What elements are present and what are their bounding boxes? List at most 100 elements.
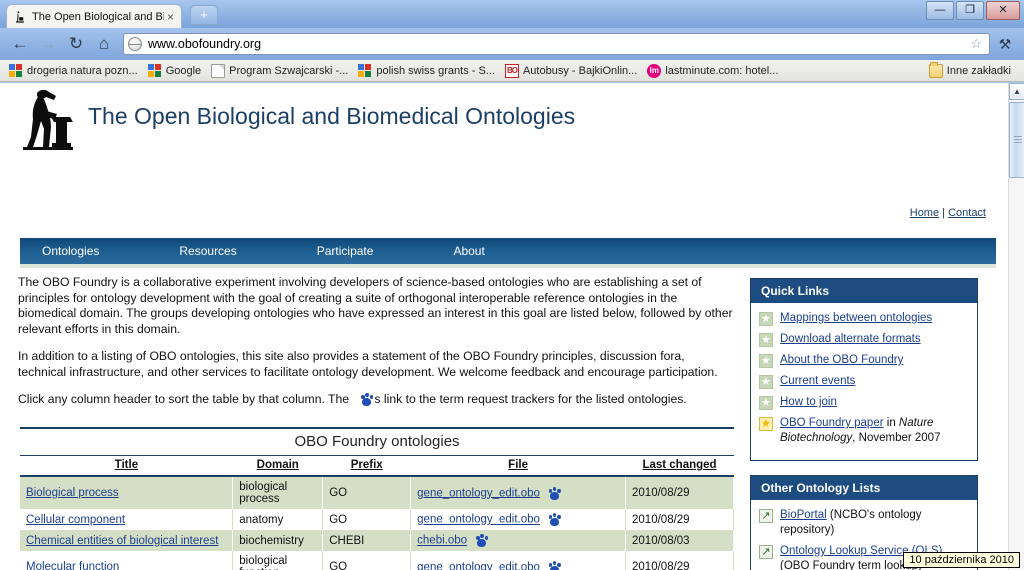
other-list-suffix: (OBO Foundry term lookup) [780,559,922,570]
restore-button[interactable]: ❐ [956,1,984,20]
paper-citation: OBO Foundry paper in Nature Biotechnolog… [780,416,967,446]
ontology-file-link[interactable]: gene_ontology_edit.obo [417,487,540,499]
vertical-scrollbar[interactable]: ▲ [1008,83,1024,570]
bookmark-label: Program Szwajcarski -... [229,64,349,77]
tab-close-icon[interactable]: × [164,11,177,23]
status-tooltip: 10 października 2010 [903,552,1020,568]
ontology-file-link[interactable]: gene_ontology_edit.obo [417,514,540,526]
nav-item-about[interactable]: About [439,244,498,258]
google-favicon [358,63,373,78]
lastminute-favicon: lm [647,63,662,78]
bookmark-item[interactable]: drogeria natura pozn... [6,63,143,79]
quick-link-item[interactable]: ★ About the OBO Foundry [759,353,967,368]
bookmark-item[interactable]: Google [145,63,206,79]
new-tab-button[interactable]: + [190,5,218,25]
other-list-link[interactable]: BioPortal [780,509,827,521]
column-header-file[interactable]: File [410,455,626,477]
window-controls: — ❐ ✕ [926,1,1020,20]
bookmark-label: Google [165,64,202,77]
column-header-last-changed[interactable]: Last changed [625,455,734,477]
quick-link-item[interactable]: ★ Download alternate formats [759,332,967,347]
bookmark-label: Autobusy - BajkiOnlin... [522,64,638,77]
wrench-menu-icon[interactable]: ⚒ [994,36,1016,53]
ontology-file-link[interactable]: gene_ontology_edit.obo [417,561,540,570]
table-row: Chemical entities of biological interest… [20,530,734,551]
ontology-file-link[interactable]: chebi.obo [417,535,467,547]
star-badge-icon: ★ [759,354,773,368]
tab-strip: The Open Biological and Bio... × + — ❐ ✕ [0,0,1024,28]
bookmark-item[interactable]: BO Autobusy - BajkiOnlin... [502,63,642,79]
column-header-title[interactable]: Title [20,455,233,477]
paw-print-icon[interactable] [548,560,562,570]
paw-print-icon[interactable] [475,534,489,547]
quick-link-item[interactable]: ★ Mappings between ontologies [759,311,967,326]
ontology-title-link[interactable]: Cellular component [26,514,125,526]
ontology-title-link[interactable]: Chemical entities of biological interest [26,535,218,547]
paper-link[interactable]: OBO Foundry paper [780,417,884,429]
column-header-prefix[interactable]: Prefix [322,455,411,477]
cell-title: Molecular function [20,551,234,570]
forward-icon[interactable]: → [36,32,60,56]
bookmark-item[interactable]: lm lastminute.com: hotel... [644,63,783,79]
paw-print-icon[interactable] [548,486,562,500]
tab-title: The Open Biological and Bio... [32,10,164,23]
url-text[interactable]: www.obofoundry.org [148,37,967,51]
home-icon[interactable]: ⌂ [92,32,116,56]
paw-print-icon[interactable] [548,513,562,526]
other-list-item[interactable]: ↗ BioPortal (NCBO's ontology repository) [759,508,967,537]
browser-tab[interactable]: The Open Biological and Bio... × [6,4,182,28]
cell-title: Cellular component [20,509,234,530]
table-row: Biological process biological process GO… [20,476,734,509]
browser-window: The Open Biological and Bio... × + — ❐ ✕… [0,0,1024,570]
header-link-contact[interactable]: Contact [948,207,986,219]
ontology-table-section: OBO Foundry ontologies Title Domain Pref… [20,427,734,570]
bookmark-item[interactable]: polish swiss grants - S... [355,63,500,79]
reload-icon[interactable]: ↻ [64,32,88,56]
quick-link-label[interactable]: Mappings between ontologies [780,311,932,326]
minimize-button[interactable]: — [926,1,954,20]
intro-content: The OBO Foundry is a collaborative exper… [18,275,736,420]
bookmark-star-icon[interactable]: ☆ [967,36,985,52]
quick-link-label[interactable]: How to join [780,395,837,410]
page-title: The Open Biological and Biomedical Ontol… [88,103,576,129]
quick-link-item[interactable]: ★ Current events [759,374,967,389]
quick-link-label[interactable]: Current events [780,374,855,389]
other-list-text: BioPortal (NCBO's ontology repository) [780,508,967,537]
nav-item-ontologies[interactable]: Ontologies [28,244,113,258]
blacksmith-logo [10,85,82,153]
cell-prefix: CHEBI [322,530,412,551]
cell-last-changed: 2010/08/29 [625,509,734,530]
ontology-title-link[interactable]: Molecular function [26,561,119,570]
cell-domain: anatomy [232,509,324,530]
back-icon[interactable]: ← [8,32,32,56]
bookmark-label: lastminute.com: hotel... [665,64,779,77]
sort-hint-before: Click any column header to sort the tabl… [18,392,353,406]
intro-paragraph-1: The OBO Foundry is a collaborative exper… [18,275,733,336]
scroll-up-arrow-icon[interactable]: ▲ [1009,83,1024,100]
quick-link-label[interactable]: About the OBO Foundry [780,353,903,368]
address-bar[interactable]: www.obofoundry.org ☆ [123,33,990,55]
cell-title: Chemical entities of biological interest [20,530,234,551]
bookmark-item[interactable]: Program Szwajcarski -... [208,63,353,79]
cell-domain: biological function [232,551,324,570]
quick-link-label[interactable]: Download alternate formats [780,332,921,347]
close-window-button[interactable]: ✕ [986,1,1020,20]
ontology-title-link[interactable]: Biological process [26,487,119,499]
quick-link-paper-item[interactable]: ★ OBO Foundry paper in Nature Biotechnol… [759,416,967,446]
nav-underline-bar [20,264,996,268]
gold-star-icon: ★ [759,417,773,431]
right-sidebar: Quick Links ★ Mappings between ontologie… [750,278,978,570]
star-badge-icon: ★ [759,333,773,347]
sort-hint-after: s link to the term request trackers for … [374,392,687,406]
other-bookmarks-button[interactable]: Inne zakładki [926,61,1016,79]
star-badge-icon: ★ [759,396,773,410]
header-link-home[interactable]: Home [910,207,939,219]
cell-file: gene_ontology_edit.obo [410,476,627,509]
site-header: The Open Biological and Biomedical Ontol… [0,83,1008,155]
nav-item-resources[interactable]: Resources [165,244,250,258]
column-header-domain[interactable]: Domain [232,455,323,477]
quick-link-item[interactable]: ★ How to join [759,395,967,410]
nav-item-participate[interactable]: Participate [303,244,388,258]
scrollbar-thumb[interactable] [1009,102,1024,178]
browser-toolbar: ← → ↻ ⌂ www.obofoundry.org ☆ ⚒ [0,28,1024,60]
